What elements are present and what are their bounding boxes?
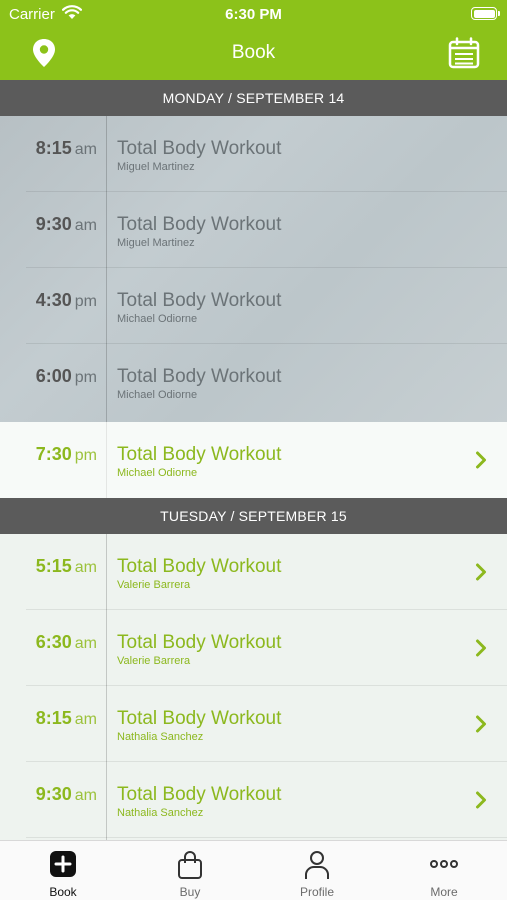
class-title: Total Body Workout <box>117 290 282 311</box>
class-schedule-list[interactable]: MONDAY / SEPTEMBER 14 8:15 am Total Body … <box>0 80 507 840</box>
day-header: MONDAY / SEPTEMBER 14 <box>0 80 507 116</box>
chevron-right-icon <box>475 451 487 474</box>
more-dots-icon <box>429 856 459 874</box>
class-instructor: Michael Odiorne <box>117 313 198 325</box>
class-title: Total Body Workout <box>117 366 282 387</box>
class-time: 4:30 pm <box>35 290 97 310</box>
class-row[interactable]: 6:00 pm Total Body Workout Michael Odiorn… <box>0 344 507 420</box>
class-title: Total Body Workout <box>117 632 282 653</box>
class-time: 6:30 am <box>35 632 97 652</box>
class-title: Total Body Workout <box>117 784 282 805</box>
class-title: Total Body Workout <box>117 214 282 235</box>
tab-bar: Book Buy Profile More <box>0 840 507 900</box>
day-header: TUESDAY / SEPTEMBER 15 <box>0 498 507 534</box>
class-instructor: Michael Odiorne <box>117 389 198 401</box>
class-time: 5:15 am <box>35 556 97 576</box>
chevron-right-icon <box>475 563 487 586</box>
class-time: 9:30 am <box>35 214 97 234</box>
class-instructor: Nathalia Sanchez <box>117 731 204 743</box>
shopping-bag-icon <box>176 850 204 885</box>
class-time: 8:15 am <box>35 138 97 158</box>
page-title: Book <box>231 42 276 63</box>
class-row[interactable]: 5:15 am Total Body Workout Valerie Barrer… <box>0 534 507 610</box>
class-time: 7:30 pm <box>35 444 97 464</box>
class-time: 8:15 am <box>35 708 97 728</box>
tab-label: Book <box>49 885 77 899</box>
tab-book[interactable]: Book <box>0 841 126 900</box>
class-row[interactable]: 6:30 am Total Body Workout Valerie Barrer… <box>0 610 507 686</box>
class-instructor: Miguel Martinez <box>117 161 195 173</box>
class-instructor: Valerie Barrera <box>117 579 191 591</box>
class-time: 9:30 am <box>35 784 97 804</box>
tab-label: Buy <box>179 885 201 899</box>
class-title: Total Body Workout <box>117 556 282 577</box>
class-row[interactable]: 9:30 am Total Body Workout Nathalia Sanch… <box>0 762 507 838</box>
tab-profile[interactable]: Profile <box>254 841 380 900</box>
class-row[interactable]: 7:30 pm Total Body Workout Michael Odiorn… <box>0 422 507 498</box>
status-bar: Carrier 6:30 PM <box>0 0 507 28</box>
top-bar: Carrier 6:30 PM Book <box>0 0 507 80</box>
class-title: Total Body Workout <box>117 444 282 465</box>
class-instructor: Michael Odiorne <box>117 467 198 479</box>
tab-buy[interactable]: Buy <box>127 841 253 900</box>
class-title: Total Body Workout <box>117 138 282 159</box>
chevron-right-icon <box>475 791 487 814</box>
row-divider <box>26 837 507 838</box>
tab-label: More <box>430 885 458 899</box>
calendar-icon[interactable] <box>448 37 480 74</box>
class-row[interactable]: 8:15 am Total Body Workout Nathalia Sanch… <box>0 686 507 762</box>
battery-icon <box>471 7 500 20</box>
nav-bar: Book <box>0 28 507 80</box>
tab-label: Profile <box>299 885 334 899</box>
class-instructor: Nathalia Sanchez <box>117 807 204 819</box>
status-time: 6:30 PM <box>225 6 282 23</box>
class-row[interactable]: 4:30 pm Total Body Workout Michael Odiorn… <box>0 268 507 344</box>
chevron-right-icon <box>475 715 487 738</box>
tab-more[interactable]: More <box>381 841 507 900</box>
class-row[interactable]: 8:15 am Total Body Workout Miguel Martine… <box>0 116 507 192</box>
class-instructor: Valerie Barrera <box>117 655 191 667</box>
class-time: 6:00 pm <box>35 366 97 386</box>
book-plus-icon <box>49 850 77 883</box>
class-title: Total Body Workout <box>117 708 282 729</box>
class-row[interactable]: 9:30 am Total Body Workout Miguel Martine… <box>0 192 507 268</box>
person-icon <box>303 850 331 885</box>
class-instructor: Miguel Martinez <box>117 237 195 249</box>
chevron-right-icon <box>475 639 487 662</box>
